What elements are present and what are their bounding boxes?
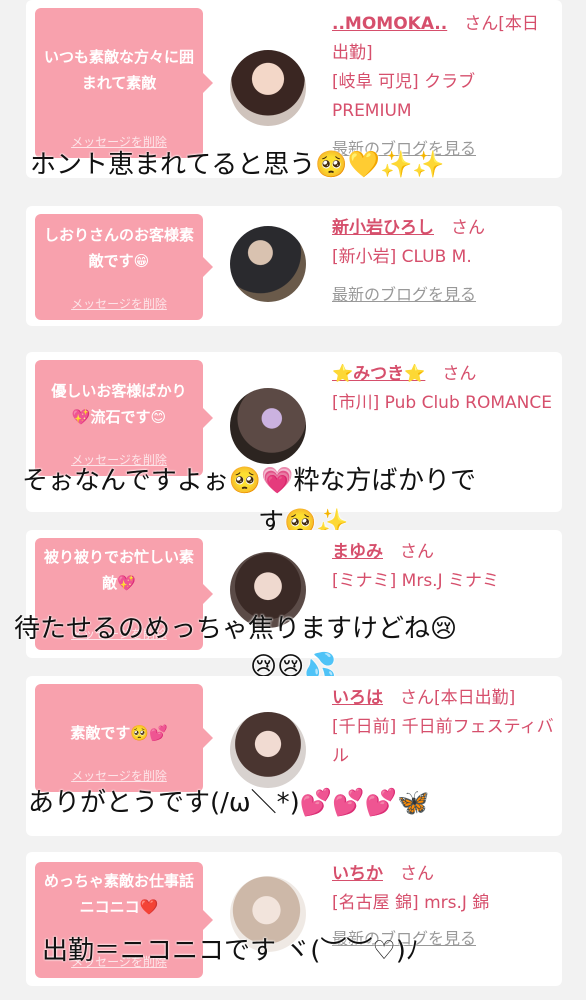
profile-name-link[interactable]: いろは	[332, 688, 383, 708]
profile-name-link[interactable]: まゆみ	[332, 542, 383, 562]
shop-text: [千日前] 千日前フェスティバル	[332, 717, 554, 766]
suffix-text: さん	[400, 542, 434, 562]
message-text: いつも素敵な方々に囲まれて素敵	[43, 48, 194, 92]
profile-info: ⭐みつき⭐ さん [市川] Pub Club ROMANCE	[332, 360, 554, 418]
profile-info: いろは さん[本日出勤] [千日前] 千日前フェスティバル	[332, 684, 554, 771]
message-bubble: しおりさんのお客様素敵です😁 メッセージを削除	[35, 214, 213, 320]
shop-text: [名古屋 錦] mrs.J 錦	[332, 893, 490, 913]
profile-name-link[interactable]: ⭐みつき⭐	[332, 364, 425, 384]
avatar[interactable]	[230, 388, 306, 464]
caption: ホント恵まれてると思う🥺💛✨✨	[30, 150, 445, 180]
caption: ありがとうです(/ω＼*)💕💕💕🦋	[28, 788, 430, 818]
profile-name-link[interactable]: ..MOMOKA..	[332, 14, 447, 34]
profile-info: まゆみ さん [ミナミ] Mrs.J ミナミ	[332, 538, 554, 596]
caption: そぉなんですよぉ🥺💗粋な方ばかりで	[22, 466, 476, 496]
shop-text: [岐阜 可児] クラブ PREMIUM	[332, 72, 476, 121]
message-text: めっちゃ素敵お仕事話ニコニコ❤️	[43, 872, 194, 916]
suffix-text: さん[本日出勤]	[400, 688, 516, 708]
message-text: 被り被りでお忙しい素敵💖	[43, 548, 194, 592]
message-bubble: 素敵です🥺💕 メッセージを削除	[35, 684, 213, 792]
message-bubble: 優しいお客様ばかり💖流石です😊 メッセージを削除	[35, 360, 213, 476]
avatar[interactable]	[230, 712, 306, 788]
profile-info: ..MOMOKA.. さん[本日出勤] [岐阜 可児] クラブ PREMIUM …	[332, 10, 554, 163]
delete-message-link[interactable]: メッセージを削除	[35, 134, 203, 150]
shop-text: [市川] Pub Club ROMANCE	[332, 393, 552, 413]
blog-link[interactable]: 最新のブログを見る	[332, 280, 554, 309]
profile-name-link[interactable]: 新小岩ひろし	[332, 218, 434, 238]
message-text: 素敵です🥺💕	[70, 724, 168, 742]
shop-text: [新小岩] CLUB M.	[332, 247, 472, 267]
message-bubble: いつも素敵な方々に囲まれて素敵 メッセージを削除	[35, 8, 213, 158]
delete-message-link[interactable]: メッセージを削除	[35, 768, 203, 784]
suffix-text: さん	[451, 218, 485, 238]
shop-text: [ミナミ] Mrs.J ミナミ	[332, 571, 500, 591]
caption: 出勤＝ニコニコです ヾ(︶︶♡)ﾉ	[42, 936, 419, 966]
caption: 待たせるのめっちゃ焦りますけどね😢	[14, 614, 458, 644]
message-text: しおりさんのお客様素敵です😁	[43, 226, 194, 270]
card-2: しおりさんのお客様素敵です😁 メッセージを削除 新小岩ひろし さん [新小岩] …	[26, 206, 562, 326]
delete-message-link[interactable]: メッセージを削除	[35, 296, 203, 312]
profile-name-link[interactable]: いちか	[332, 864, 383, 884]
message-text: 優しいお客様ばかり💖流石です😊	[51, 382, 187, 426]
avatar[interactable]	[230, 50, 306, 126]
suffix-text: さん	[400, 864, 434, 884]
suffix-text: さん	[442, 364, 477, 384]
avatar[interactable]	[230, 226, 306, 302]
profile-info: 新小岩ひろし さん [新小岩] CLUB M. 最新のブログを見る	[332, 214, 554, 309]
